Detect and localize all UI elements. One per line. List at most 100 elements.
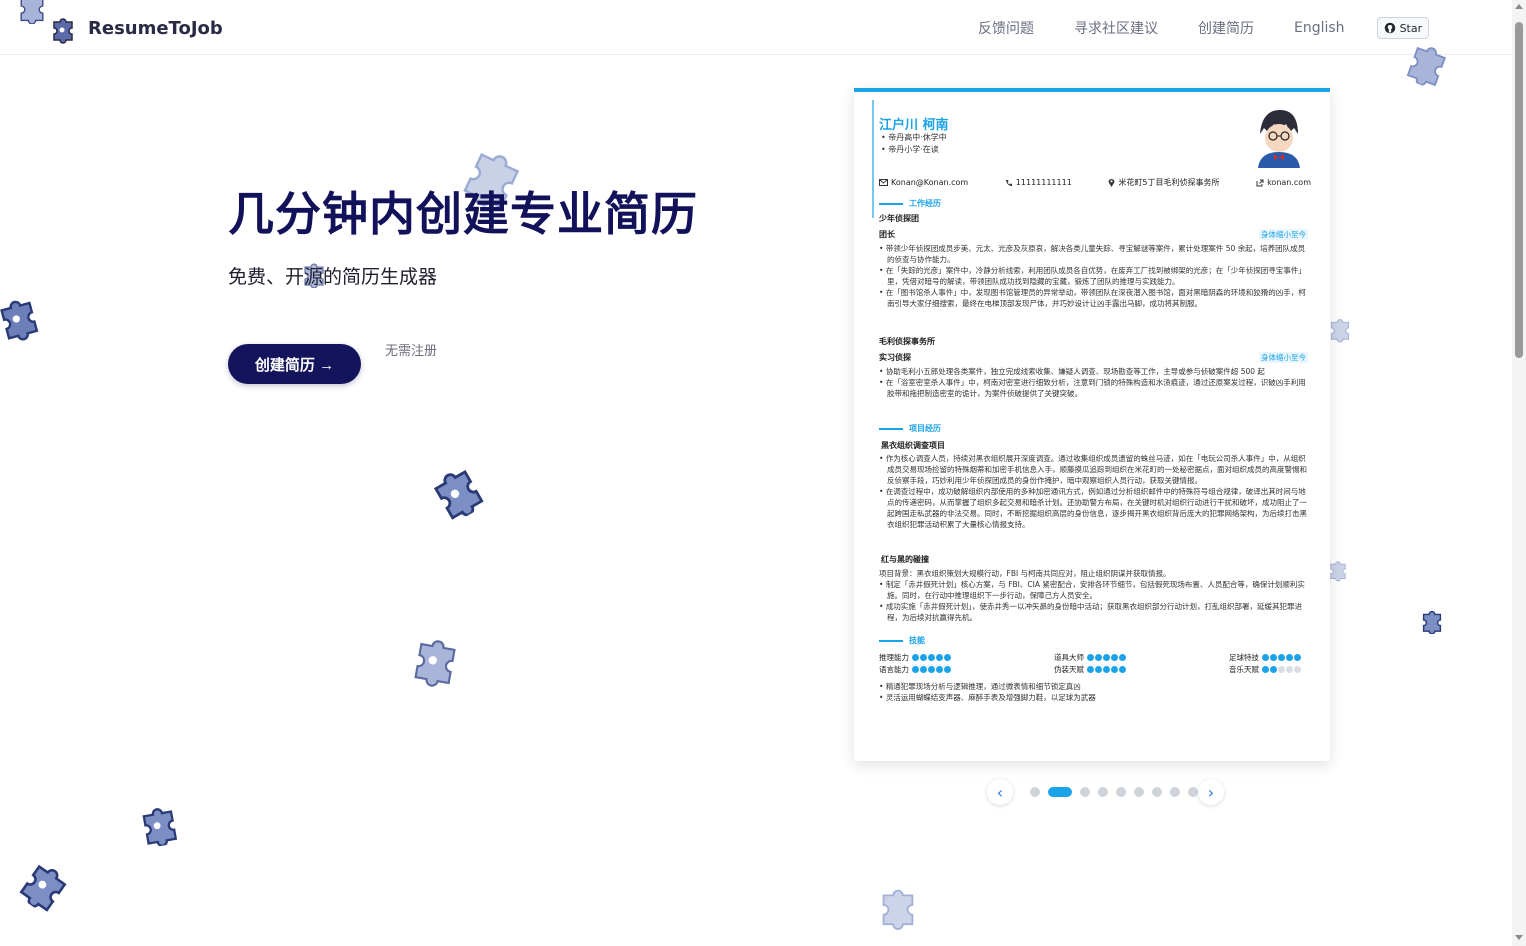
- skill-level-dot: [1286, 666, 1293, 673]
- project-name: 红与黑的碰撞: [881, 555, 929, 564]
- skill-level-dot: [1294, 654, 1301, 661]
- resume-subtitle: • 帝丹高中·休学中: [881, 133, 947, 142]
- puzzle-decoration-icon: [433, 469, 484, 520]
- resume-name: 江户川 柯南: [879, 118, 949, 133]
- nav-feedback[interactable]: 反馈问题: [978, 18, 1034, 38]
- skill-level-dot: [936, 654, 943, 661]
- work-date: 身体缩小至今: [1259, 352, 1308, 363]
- contact-email[interactable]: Konan@Konan.com: [879, 177, 968, 188]
- carousel-next-button[interactable]: ›: [1198, 779, 1224, 805]
- resume-preview-card[interactable]: 江户川 柯南 • 帝丹高中·休学中 • 帝丹小学·在读 Konan@Konan.…: [854, 88, 1330, 761]
- scroll-up-arrow-icon[interactable]: [1515, 4, 1523, 9]
- skill-level-dot: [1095, 654, 1102, 661]
- project-bullets: • 作为核心调查人员，持续对黑衣组织展开深度调查。通过收集组织成员遗留的蛛丝马迹…: [879, 454, 1307, 529]
- chevron-left-icon: ‹: [996, 782, 1004, 802]
- project-bullets: 项目背景：黑衣组织策划大规模行动，FBI 与柯南共同应对，阻止组织阴谋并获取情报…: [879, 569, 1305, 622]
- contact-phone: 11111111111: [1005, 177, 1072, 188]
- skill-level-dot: [1278, 654, 1285, 661]
- skill-level-dot: [1294, 666, 1301, 673]
- external-link-icon: [1256, 179, 1264, 186]
- skill-level-dot: [928, 654, 935, 661]
- top-nav-bar: ResumeToJob 反馈问题 寻求社区建议 创建简历 English Sta…: [0, 0, 1512, 55]
- puzzle-decoration-icon: [19, 864, 67, 912]
- section-skills-title: 技能: [879, 635, 925, 646]
- carousel-prev-button[interactable]: ‹: [987, 779, 1013, 805]
- hero-title: 几分钟内创建专业简历: [228, 187, 698, 241]
- skill-level-dot: [1270, 654, 1277, 661]
- skill-level-dot: [920, 666, 927, 673]
- puzzle-decoration-icon: [0, 300, 39, 341]
- section-project-title: 项目经历: [879, 423, 941, 434]
- work-company: 少年侦探团: [879, 214, 919, 223]
- skill-level-dot: [1262, 666, 1269, 673]
- carousel-indicator[interactable]: [1134, 787, 1144, 797]
- skill-item: 足球特技: [1229, 652, 1301, 663]
- skill-level-dot: [1103, 666, 1110, 673]
- puzzle-decoration-icon: [142, 808, 178, 847]
- carousel-indicator[interactable]: [1152, 787, 1162, 797]
- skill-level-dot: [944, 666, 951, 673]
- skill-level-dot: [1270, 666, 1277, 673]
- work-role: 实习侦探: [879, 353, 911, 362]
- skill-item: 道具大师: [1054, 652, 1126, 663]
- page: ResumeToJob 反馈问题 寻求社区建议 创建简历 English Sta…: [0, 0, 1526, 946]
- nav-community[interactable]: 寻求社区建议: [1074, 18, 1158, 38]
- chevron-right-icon: ›: [1207, 782, 1215, 802]
- puzzle-decoration-icon: [882, 889, 914, 930]
- carousel-indicator[interactable]: [1188, 787, 1198, 797]
- skill-level-dot: [912, 654, 919, 661]
- puzzle-decoration-icon: [1331, 319, 1349, 343]
- scrollbar-thumb[interactable]: [1515, 22, 1523, 358]
- github-icon: [1384, 22, 1395, 34]
- main-nav: 反馈问题 寻求社区建议 创建简历 English Star: [978, 17, 1430, 39]
- skill-item: 推理能力: [879, 652, 951, 663]
- section-work-title: 工作经历: [879, 198, 941, 209]
- brand-name: ResumeToJob: [88, 17, 223, 39]
- skill-item: 音乐天赋: [1229, 664, 1301, 675]
- carousel-indicator[interactable]: [1030, 787, 1040, 797]
- skill-level-dot: [1103, 654, 1110, 661]
- no-registration-note: 无需注册: [385, 344, 438, 359]
- skill-level-dot: [1119, 654, 1126, 661]
- page-scrollbar[interactable]: [1512, 0, 1526, 946]
- puzzle-decoration-icon: [414, 640, 456, 687]
- skill-level-dot: [1111, 654, 1118, 661]
- brand[interactable]: ResumeToJob: [48, 12, 223, 44]
- phone-icon: [1005, 179, 1012, 186]
- work-date: 身体缩小至今: [1259, 229, 1308, 240]
- puzzle-decoration-icon: [1422, 610, 1442, 634]
- carousel-indicator[interactable]: [1048, 787, 1072, 797]
- puzzle-decoration-icon: [20, 0, 44, 24]
- carousel-indicator[interactable]: [1170, 787, 1180, 797]
- skill-level-dot: [944, 654, 951, 661]
- hero-subtitle: 免费、开源的简历生成器: [228, 266, 438, 288]
- work-company: 毛利侦探事务所: [879, 337, 935, 346]
- contact-website[interactable]: konan.com: [1256, 177, 1311, 188]
- carousel-indicator[interactable]: [1098, 787, 1108, 797]
- project-name: 黑衣组织调查项目: [881, 441, 945, 450]
- carousel-indicators: [1030, 787, 1198, 797]
- nav-language[interactable]: English: [1294, 20, 1345, 36]
- skill-notes: • 精通犯罪现场分析与逻辑推理，通过微表情和细节锁定真凶 • 灵活运用蝴蝶结变声…: [879, 682, 1096, 702]
- skill-item: 伪装天赋: [1054, 664, 1126, 675]
- resume-subtitle: • 帝丹小学·在读: [881, 145, 939, 154]
- nav-create-resume[interactable]: 创建简历: [1198, 18, 1254, 38]
- skill-level-dot: [1087, 666, 1094, 673]
- skill-level-dot: [912, 666, 919, 673]
- skill-level-dot: [1278, 666, 1285, 673]
- scroll-down-arrow-icon[interactable]: [1515, 935, 1523, 940]
- accent-line: [872, 100, 874, 218]
- skill-level-dot: [920, 654, 927, 661]
- carousel-indicator[interactable]: [1116, 787, 1126, 797]
- work-bullets: • 带领少年侦探团成员步美、元太、光彦及灰原哀，解决各类儿童失踪、寻宝解谜等案件…: [879, 244, 1306, 308]
- work-role: 团长: [879, 230, 895, 239]
- contact-info-row: Konan@Konan.com 11111111111 米花町5丁目毛利侦探事务…: [879, 177, 1311, 188]
- carousel-indicator[interactable]: [1080, 787, 1090, 797]
- mail-icon: [879, 179, 888, 186]
- profile-photo: [1252, 104, 1306, 168]
- create-resume-button[interactable]: 创建简历 →: [228, 344, 361, 384]
- work-bullets: • 协助毛利小五郎处理各类案件，独立完成线索收集、嫌疑人调查、现场勘查等工作，主…: [879, 367, 1306, 398]
- skill-level-dot: [936, 666, 943, 673]
- skill-item: 语言能力: [879, 664, 951, 675]
- location-pin-icon: [1108, 179, 1115, 187]
